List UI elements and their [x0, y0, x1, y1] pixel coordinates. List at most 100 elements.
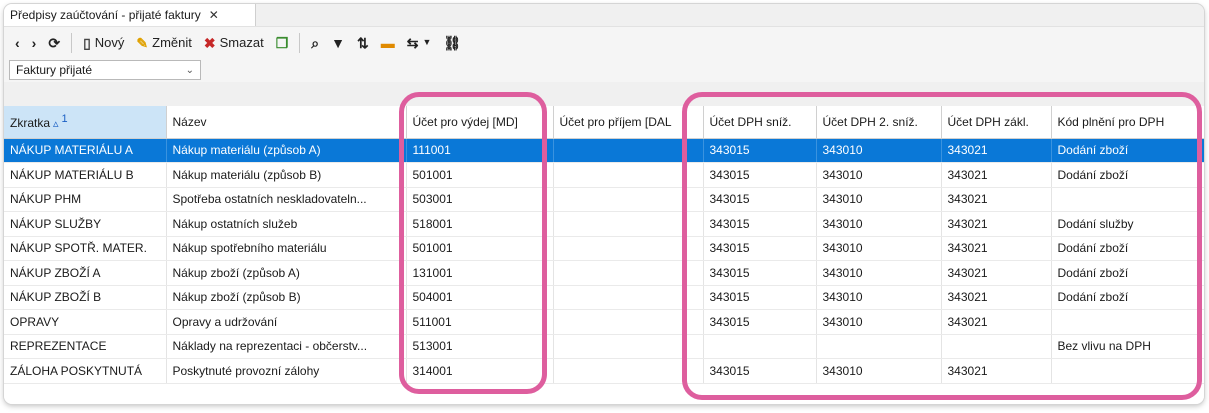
table-cell: [553, 236, 704, 261]
table-cell: NÁKUP PHM: [4, 187, 167, 212]
table-cell: 343015: [703, 309, 817, 335]
table-cell: 343010: [816, 358, 942, 384]
table-cell: 504001: [406, 285, 554, 310]
refresh-button[interactable]: ⟳: [43, 34, 65, 52]
table-row[interactable]: NÁKUP MATERIÁLU B Nákup materiálu (způsob…: [4, 162, 1204, 188]
edit-button[interactable]: ✎ Změnit: [131, 33, 196, 52]
column-header-zkratka[interactable]: Zkratka ▵ 1: [4, 106, 167, 139]
print-button[interactable]: ▬: [376, 34, 400, 52]
table-cell: 501001: [406, 236, 554, 261]
table-cell: [553, 309, 704, 335]
table-cell: 343015: [703, 358, 817, 384]
table-row[interactable]: NÁKUP SPOTŘ. MATER. Nákup spotřebního mat…: [4, 236, 1204, 261]
table-cell: 343010: [816, 309, 942, 335]
table-cell: Dodání zboží: [1051, 285, 1204, 310]
transfer-button[interactable]: ⇆ ▼: [402, 34, 437, 52]
table-cell: 343010: [816, 187, 942, 212]
column-header-ucet-prijem[interactable]: Účet pro příjem [DAL: [553, 106, 704, 139]
link-button[interactable]: ⛓: [438, 34, 466, 52]
filter-button[interactable]: ▼: [326, 34, 350, 52]
table-cell: 343010: [816, 211, 942, 237]
table-row[interactable]: REPREZENTACE Náklady na reprezentaci - ob…: [4, 334, 1204, 359]
table-cell: 343010: [816, 162, 942, 188]
table-cell: Dodání zboží: [1051, 236, 1204, 261]
table-cell: 343010: [816, 138, 942, 163]
column-header-nazev[interactable]: Název: [166, 106, 407, 139]
table-cell: 343015: [703, 260, 817, 286]
filter-icon: ▼: [331, 34, 345, 51]
printer-icon: ▬: [380, 34, 395, 51]
table-cell: [553, 358, 704, 384]
search-icon: ⌕: [311, 34, 320, 51]
table-cell: 343015: [703, 138, 817, 163]
table-cell: Bez vlivu na DPH: [1051, 334, 1204, 359]
table-row[interactable]: ZÁLOHA POSKYTNUTÁ Poskytnuté provozní zál…: [4, 358, 1204, 384]
tab-bar: Předpisy zaúčtování - přijaté faktury ✕: [4, 4, 1204, 26]
table-cell: 343021: [941, 162, 1052, 188]
new-document-icon: ▯: [83, 34, 91, 51]
table-cell: NÁKUP MATERIÁLU B: [4, 162, 167, 188]
table-cell: 343021: [941, 187, 1052, 212]
table-cell: [553, 260, 704, 286]
table-cell: [941, 334, 1052, 359]
back-button[interactable]: ‹: [10, 34, 25, 52]
table-row[interactable]: NÁKUP ZBOŽÍ B Nákup zboží (způsob B) 50400…: [4, 285, 1204, 310]
table-cell: Spotřeba ostatních neskladovateln...: [166, 187, 407, 212]
table-row[interactable]: NÁKUP SLUŽBY Nákup ostatních služeb 518001…: [4, 211, 1204, 237]
table-row[interactable]: NÁKUP MATERIÁLU A Nákup materiálu (způsob…: [4, 138, 1204, 163]
table-cell: 503001: [406, 187, 554, 212]
table-cell: [553, 211, 704, 237]
table-cell: 343015: [703, 162, 817, 188]
table-row[interactable]: NÁKUP PHM Spotřeba ostatních neskladovate…: [4, 187, 1204, 212]
table-row[interactable]: OPRAVY Opravy a udržování 511001 343015 3430…: [4, 309, 1204, 335]
table-cell: 343021: [941, 358, 1052, 384]
tab-title: Předpisy zaúčtování - přijaté faktury: [10, 8, 201, 22]
column-header-dph-zakl[interactable]: Účet DPH zákl.: [941, 106, 1052, 139]
table-cell: NÁKUP ZBOŽÍ A: [4, 260, 167, 286]
table-cell: Nákup zboží (způsob A): [166, 260, 407, 286]
table-cell: [1051, 358, 1204, 384]
column-header-dph-2-sniz[interactable]: Účet DPH 2. sníž.: [816, 106, 942, 139]
new-button[interactable]: ▯ Nový: [78, 33, 129, 52]
chevron-down-icon: ⌄: [185, 64, 194, 76]
table-cell: 343021: [941, 285, 1052, 310]
table-cell: 111001: [406, 138, 554, 163]
table-cell: Dodání zboží: [1051, 138, 1204, 163]
table-cell: 518001: [406, 211, 554, 237]
new-button-label: Nový: [94, 35, 125, 50]
close-tab-icon[interactable]: ✕: [209, 8, 219, 22]
table-cell: 343021: [941, 309, 1052, 335]
toolbar-divider: [71, 32, 73, 53]
tab-active[interactable]: Předpisy zaúčtování - přijaté faktury ✕: [4, 4, 256, 26]
search-button[interactable]: ⌕: [306, 34, 324, 52]
table-cell: 343015: [703, 211, 817, 237]
transfer-icon: ⇆: [406, 34, 419, 51]
copy-button[interactable]: ❐: [271, 34, 294, 52]
table-cell: Dodání zboží: [1051, 162, 1204, 188]
table-cell: Dodání služby: [1051, 211, 1204, 237]
table-cell: [816, 334, 942, 359]
sort-ascending-icon: ▵: [53, 118, 59, 131]
table-cell: 343021: [941, 260, 1052, 286]
table-cell: Poskytnuté provozní zálohy: [166, 358, 407, 384]
column-header-dph-sniz[interactable]: Účet DPH sníž.: [703, 106, 817, 139]
table-cell: ZÁLOHA POSKYTNUTÁ: [4, 358, 167, 384]
refresh-icon: ⟳: [48, 34, 61, 51]
table-cell: 343010: [816, 285, 942, 310]
table-cell: 343021: [941, 236, 1052, 261]
document-type-select[interactable]: Faktury přijaté ⌄: [9, 60, 201, 80]
link-icon: ⛓: [443, 34, 462, 51]
sort-button[interactable]: ⇅: [352, 34, 374, 52]
table-cell: REPREZENTACE: [4, 334, 167, 359]
filter-bar: Faktury přijaté ⌄: [4, 58, 1204, 82]
column-header-kod-plneni[interactable]: Kód plnění pro DPH: [1051, 106, 1204, 139]
app-window: Předpisy zaúčtování - přijaté faktury ✕ …: [4, 4, 1204, 404]
forward-button[interactable]: ›: [27, 34, 42, 52]
table-cell: NÁKUP ZBOŽÍ B: [4, 285, 167, 310]
delete-button[interactable]: ✖ Smazat: [199, 33, 269, 52]
chevron-right-icon: ›: [31, 34, 37, 51]
table-cell: 131001: [406, 260, 554, 286]
table-row[interactable]: NÁKUP ZBOŽÍ A Nákup zboží (způsob A) 13100…: [4, 260, 1204, 286]
column-header-ucet-vydej[interactable]: Účet pro výdej [MD]: [406, 106, 554, 139]
table-cell: Náklady na reprezentaci - občerstv...: [166, 334, 407, 359]
